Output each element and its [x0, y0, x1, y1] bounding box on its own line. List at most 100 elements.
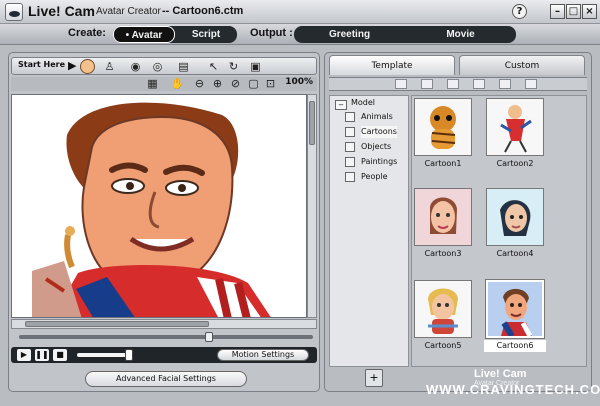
- eye-icon[interactable]: ◉: [128, 59, 143, 74]
- close-button[interactable]: ×: [582, 4, 597, 19]
- face-capture-icon[interactable]: [80, 59, 95, 74]
- tree-item-people[interactable]: People: [345, 171, 401, 183]
- cartoon5-thumbnail: [414, 280, 472, 338]
- hand-tool-icon[interactable]: ✋: [170, 76, 185, 91]
- cartoon6-label: Cartoon6: [484, 340, 546, 352]
- woman-cartoon-image: [415, 189, 471, 245]
- paste-icon[interactable]: [473, 79, 485, 89]
- create-label: Create:: [68, 27, 106, 39]
- create-tab-group: • Avatar Script: [113, 26, 237, 43]
- girl-cartoon-image: [487, 189, 543, 245]
- volume-knob[interactable]: [125, 349, 133, 361]
- stop-icon: ■: [56, 350, 64, 359]
- man-cartoon-image: [488, 282, 542, 338]
- zoom-out-icon[interactable]: ⊖: [192, 76, 207, 91]
- live-cam-avatar-creator-window: Live! Cam Avatar Creator -- Cartoon6.ctm…: [0, 0, 600, 406]
- canvas-horizontal-scrollbar[interactable]: [11, 319, 317, 329]
- minimize-button[interactable]: –: [550, 4, 565, 19]
- template-cartoon1[interactable]: Cartoon1: [414, 98, 472, 172]
- template-cartoon4[interactable]: Cartoon4: [486, 188, 544, 262]
- cartoon2-label: Cartoon2: [496, 159, 534, 168]
- cartoon4-thumbnail: [486, 188, 544, 246]
- avatar-canvas[interactable]: [11, 94, 307, 318]
- stop-button[interactable]: ■: [53, 349, 67, 361]
- play-button[interactable]: ▶: [17, 349, 31, 361]
- save-icon[interactable]: ▣: [248, 59, 263, 74]
- template-cartoon5[interactable]: Cartoon5: [414, 280, 472, 354]
- pause-icon: ❚❚: [35, 350, 49, 359]
- timeline-knob[interactable]: [205, 332, 213, 342]
- crop-icon[interactable]: ⊡: [263, 76, 278, 91]
- no-symbol-icon[interactable]: ⊘: [228, 76, 243, 91]
- person-icon[interactable]: ♙: [102, 59, 117, 74]
- folder-node-icon: [345, 142, 355, 152]
- canvas-vertical-scrollbar[interactable]: [307, 94, 317, 318]
- add-template-button[interactable]: +: [365, 369, 383, 387]
- pointer-icon[interactable]: ↖: [206, 59, 221, 74]
- avatar-preview-image: [12, 95, 306, 317]
- playback-controls: ▶ ❚❚ ■ Motion Settings: [11, 347, 317, 363]
- tab-movie[interactable]: Movie: [405, 26, 516, 43]
- template-cartoon6[interactable]: Cartoon6: [484, 280, 546, 354]
- tree-item-objects[interactable]: Objects: [345, 141, 401, 153]
- collapse-icon[interactable]: −: [335, 100, 347, 110]
- start-here-label: Start Here: [18, 60, 66, 69]
- folder-icon[interactable]: [395, 79, 407, 89]
- tab-avatar[interactable]: • Avatar: [113, 26, 175, 43]
- template-panel: Template Custom − Model Animals Cartoons…: [324, 52, 592, 392]
- template-cartoon3[interactable]: Cartoon3: [414, 188, 472, 262]
- blonde-cartoon-image: [428, 288, 458, 334]
- cartoon3-thumbnail: [414, 188, 472, 246]
- tree-item-paintings[interactable]: Paintings: [345, 156, 401, 168]
- eye-outline-icon[interactable]: ◎: [150, 59, 165, 74]
- folder-node-icon: [345, 157, 355, 167]
- app-name: Live! Cam: [28, 3, 95, 19]
- advanced-facial-settings-button[interactable]: Advanced Facial Settings: [85, 371, 247, 387]
- document-icon[interactable]: ▤: [176, 59, 191, 74]
- template-toolbar: [329, 77, 587, 91]
- play-icon: ▶: [20, 350, 28, 359]
- cartoon1-thumbnail: [414, 98, 472, 156]
- pause-button[interactable]: ❚❚: [35, 349, 49, 361]
- page-icon[interactable]: [421, 79, 433, 89]
- tree-item-animals[interactable]: Animals: [345, 111, 401, 123]
- grid-view-icon[interactable]: [525, 79, 537, 89]
- brand-name: Live! Cam: [474, 368, 527, 380]
- zoom-level: 100%: [285, 77, 313, 87]
- template-thumbnail-grid: Cartoon1 Cartoon2 Cartoon3 Cartoon4 Cart…: [411, 95, 587, 367]
- frame-icon[interactable]: ▢: [246, 76, 261, 91]
- fit-screen-icon[interactable]: ▦: [145, 76, 160, 91]
- file-name: -- Cartoon6.ctm: [162, 5, 244, 17]
- motion-settings-button[interactable]: Motion Settings: [217, 349, 309, 361]
- minimize-icon: –: [555, 6, 560, 17]
- tab-template[interactable]: Template: [329, 55, 455, 75]
- delete-icon[interactable]: [499, 79, 511, 89]
- cartoon2-thumbnail: [486, 98, 544, 156]
- template-cartoon2[interactable]: Cartoon2: [486, 98, 544, 172]
- cartoon5-label: Cartoon5: [424, 341, 462, 350]
- tab-script[interactable]: Script: [175, 26, 237, 43]
- help-button[interactable]: ?: [512, 4, 527, 19]
- horizontal-scroll-thumb[interactable]: [25, 321, 209, 327]
- cartoon4-label: Cartoon4: [496, 249, 534, 258]
- zoom-in-icon[interactable]: ⊕: [210, 76, 225, 91]
- avatar-editor-panel: Start Here ▶ ♙ ◉ ◎ ▤ ↖ ↻ ▣ ▦ ✋ ⊖ ⊕ ⊘ ▢ ⊡…: [8, 52, 320, 392]
- play-arrow-icon: ▶: [68, 59, 77, 72]
- timeline-slider[interactable]: [19, 332, 313, 342]
- vertical-scroll-thumb[interactable]: [309, 101, 315, 145]
- dancer-cartoon-image: [500, 105, 532, 153]
- rotate-icon[interactable]: ↻: [226, 59, 241, 74]
- tree-item-cartoons[interactable]: Cartoons: [345, 126, 401, 138]
- tab-greeting[interactable]: Greeting: [294, 26, 405, 43]
- maximize-button[interactable]: □: [566, 4, 581, 19]
- output-tab-group: Greeting Movie: [294, 26, 516, 43]
- app-subtitle: Avatar Creator: [96, 6, 161, 17]
- view-toolbar: ▦ ✋ ⊖ ⊕ ⊘ ▢ ⊡ 100%: [11, 77, 317, 91]
- volume-slider[interactable]: [77, 349, 133, 361]
- editor-toolbar: Start Here ▶ ♙ ◉ ◎ ▤ ↖ ↻ ▣: [11, 57, 317, 75]
- website-watermark: WWW.CRAVINGTECH.COM: [426, 382, 600, 397]
- cartoon6-thumbnail: [486, 280, 544, 338]
- copy-icon[interactable]: [447, 79, 459, 89]
- close-icon: ×: [585, 6, 594, 17]
- tab-custom[interactable]: Custom: [459, 55, 585, 75]
